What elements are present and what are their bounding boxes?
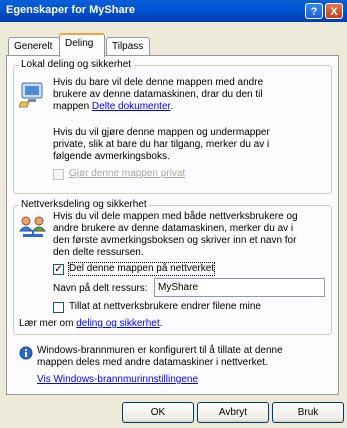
make-private-checkbox[interactable] [53, 169, 64, 180]
window-title: Egenskaper for MyShare [6, 4, 135, 16]
network-users-icon [19, 216, 47, 237]
private-text-line-1: Hvis du vil gjøre denne mappen og underm… [53, 127, 270, 138]
tab-deling[interactable]: Deling [59, 33, 105, 57]
local-text-mappen: mappen [53, 101, 92, 112]
apply-button[interactable]: Bruk [272, 402, 344, 423]
shared-computer-icon [19, 82, 43, 108]
close-button[interactable]: X [325, 3, 343, 19]
info-icon [19, 346, 33, 360]
allow-change-label: Tillat at nettverksbrukere endrer filene… [69, 301, 261, 312]
tab-tilpass[interactable]: Tilpass [106, 37, 150, 56]
private-text-line-2: private, slik at bare du har tilgang, me… [53, 139, 270, 150]
firewall-settings-link[interactable]: Vis Windows-brannmurinnstillingene [37, 374, 198, 386]
network-text-line-3: den første avmerkingsboksen og skriver i… [53, 235, 297, 246]
shared-documents-link[interactable]: Delte dokumenter [92, 101, 170, 112]
network-text-line-4: den delte ressursen. [53, 247, 144, 258]
cancel-button[interactable]: Avbryt [197, 402, 269, 423]
share-on-network-label: Del denne mappen på nettverket [67, 262, 216, 276]
local-text-line-3: mappen Delte dokumenter. [53, 101, 173, 113]
learn-more-line: Lær mer om deling og sikkerhet. [19, 318, 162, 330]
share-name-label: Navn på delt ressurs: [53, 283, 148, 294]
ok-button[interactable]: OK [122, 402, 194, 423]
firewall-text-line-1: Windows-brannmuren er konfigurert til å … [37, 345, 283, 356]
network-text-line-2: andre brukere av denne datamaskinen, mer… [53, 223, 294, 234]
network-sharing-legend: Nettverksdeling og sikkerhet [19, 199, 149, 210]
help-button[interactable]: ? [305, 3, 323, 19]
title-bar[interactable]: Egenskaper for MyShare ? X [0, 0, 347, 22]
tab-generelt[interactable]: Generelt [8, 37, 60, 56]
firewall-text-line-2: mappen deles med andre datamaskiner i ne… [37, 357, 268, 368]
local-link-suffix: . [170, 101, 174, 112]
learn-more-prefix: Lær mer om [19, 318, 77, 329]
local-text-line-2: brukere av denne datamaskinen, drar du d… [53, 89, 263, 100]
local-sharing-legend: Lokal deling og sikkerhet [19, 59, 134, 70]
sharing-security-link[interactable]: deling og sikkerhet [76, 318, 159, 329]
allow-change-checkbox[interactable] [53, 302, 64, 313]
network-text-line-1: Hvis du vil dele mappen med både nettver… [53, 211, 298, 222]
local-text-line-1: Hvis du bare vil dele denne mappen med a… [53, 77, 264, 88]
make-private-label: Gjør denne mappen privat [69, 168, 186, 179]
share-on-network-checkbox[interactable]: ✓ [53, 264, 64, 275]
tab-panel: Lokal deling og sikkerhet Hvis du bare v… [6, 55, 339, 395]
share-name-input[interactable] [154, 278, 325, 297]
private-text-line-3: følgende avmerkingsboks. [53, 151, 170, 162]
learn-more-suffix: . [159, 318, 163, 329]
